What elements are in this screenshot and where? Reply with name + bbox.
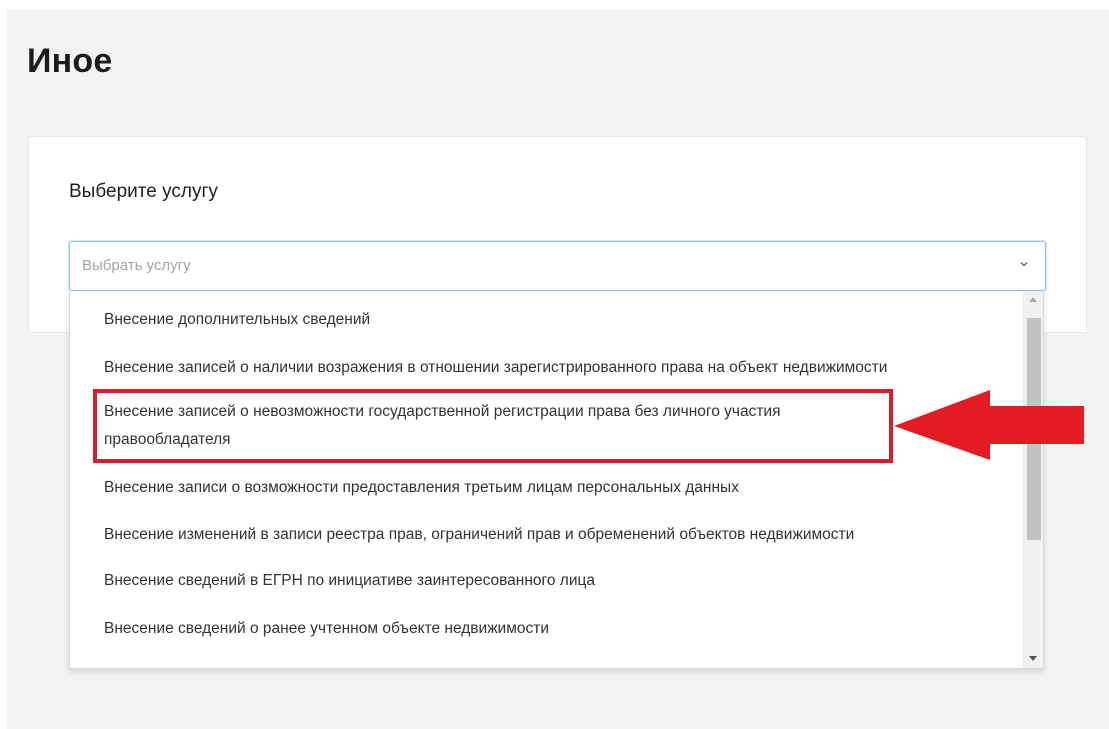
service-select[interactable]: Выбрать услугу [69, 241, 1046, 291]
scroll-up-arrow-icon[interactable] [1029, 297, 1037, 302]
dropdown-option[interactable]: Внесение записи о возможности предоставл… [104, 474, 739, 501]
red-arrow-left-icon [894, 390, 1084, 460]
dropdown-option[interactable]: Внесение сведений в ЕГРН по инициативе з… [104, 567, 595, 594]
dropdown-option[interactable]: Внесение дополнительных сведений [104, 306, 370, 333]
dropdown-option[interactable]: Внесение записей о наличии возражения в … [104, 354, 887, 381]
dropdown-option[interactable]: Внесение сведений о ранее учтенном объек… [104, 615, 549, 642]
dropdown-scrollbar[interactable] [1023, 291, 1043, 668]
service-dropdown-list: Внесение дополнительных сведений Внесени… [69, 291, 1044, 669]
page-title: Иное [27, 42, 113, 80]
select-placeholder: Выбрать услугу [82, 257, 191, 274]
service-field-label: Выберите услугу [69, 181, 218, 202]
dropdown-option-highlighted[interactable]: Внесение записей о невозможности государ… [104, 398, 904, 454]
scroll-down-arrow-icon[interactable] [1029, 656, 1037, 661]
dropdown-option[interactable]: Внесение изменений в записи реестра прав… [104, 521, 854, 548]
chevron-down-icon [1020, 262, 1028, 267]
